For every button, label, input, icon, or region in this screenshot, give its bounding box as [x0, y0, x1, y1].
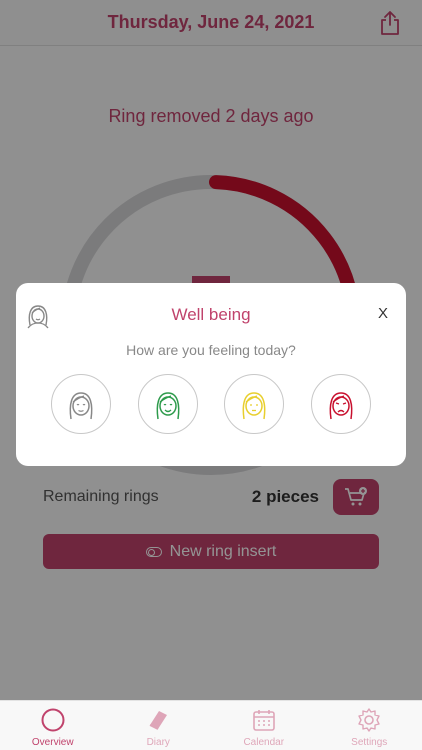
tab-label-settings: Settings — [351, 737, 388, 748]
face-okay-icon — [242, 392, 266, 420]
tab-overview[interactable]: Overview — [0, 701, 106, 750]
ring-icon — [41, 708, 65, 732]
gear-icon — [358, 708, 380, 732]
mood-bad-button[interactable] — [310, 374, 371, 434]
tab-settings[interactable]: Settings — [317, 701, 422, 750]
mood-good-button[interactable] — [137, 374, 198, 434]
tab-label-calendar: Calendar — [243, 737, 285, 748]
book-icon — [149, 711, 168, 730]
face-neutral-icon — [69, 392, 93, 420]
mood-neutral-button[interactable] — [51, 374, 111, 434]
tab-label-overview: Overview — [31, 737, 74, 748]
tab-label-diary: Diary — [146, 737, 170, 748]
tab-diary[interactable]: Diary — [106, 701, 212, 750]
tab-bar: Overview Diary Calendar Settings — [0, 700, 422, 750]
mood-options — [51, 374, 371, 434]
modal-subtitle: How are you feeling today? — [126, 342, 296, 358]
face-good-icon — [156, 392, 180, 420]
tab-calendar[interactable]: Calendar — [211, 701, 317, 750]
mood-okay-button[interactable] — [224, 374, 285, 434]
close-button[interactable]: X — [378, 305, 388, 322]
modal-title: Well being — [171, 305, 251, 324]
face-bad-icon — [329, 392, 353, 420]
well-being-dialog: Well being X How are you feeling today? — [16, 283, 406, 466]
calendar-icon — [252, 710, 275, 731]
